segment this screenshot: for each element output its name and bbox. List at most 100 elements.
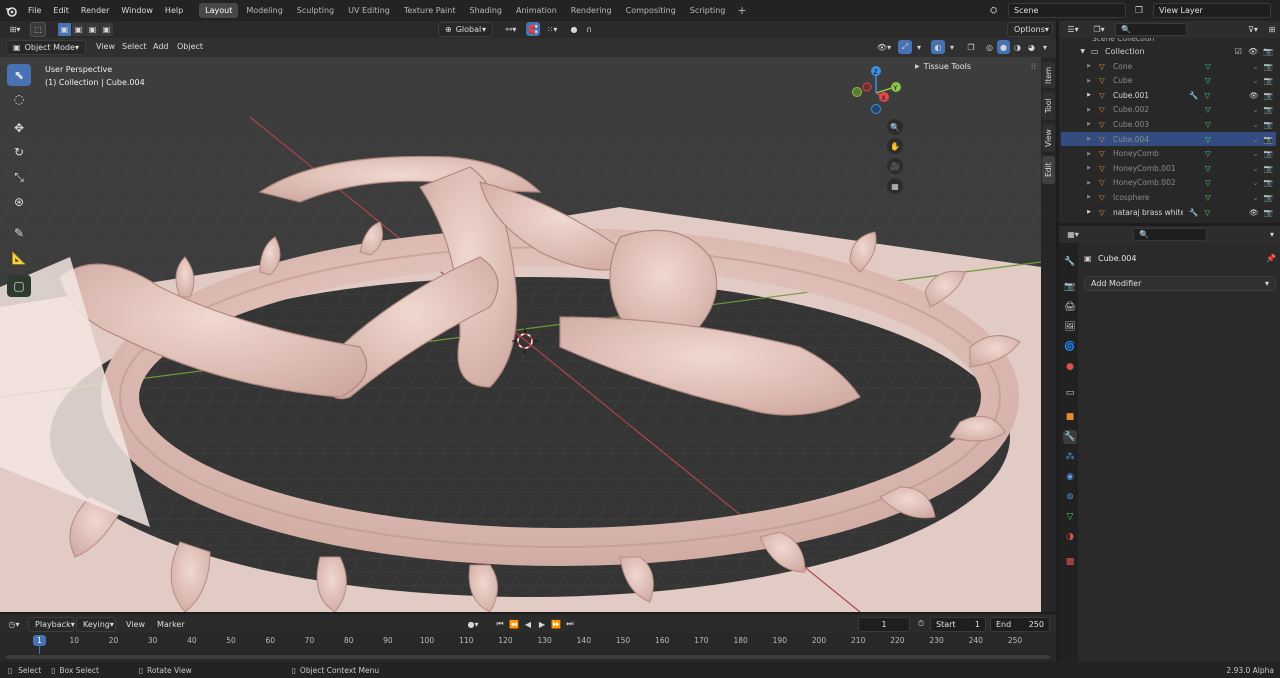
menu-file[interactable]: File bbox=[22, 6, 47, 15]
scene-selector[interactable]: ⛭ Scene bbox=[990, 3, 1127, 18]
mesh-data-icon[interactable]: ▽ bbox=[1204, 91, 1210, 100]
filter-icon[interactable]: ⊽▾ bbox=[1242, 25, 1264, 34]
mesh-data-icon[interactable]: ▽ bbox=[1204, 208, 1210, 217]
add-cube-tool-icon[interactable]: ▢ bbox=[7, 275, 31, 297]
jump-keyframe-back-icon[interactable]: ⏪ bbox=[508, 620, 520, 629]
modifier-wrench-icon[interactable]: 🔧 bbox=[1189, 208, 1198, 217]
shading-wireframe-icon[interactable]: ◎ bbox=[983, 40, 996, 54]
tab-uv-editing[interactable]: UV Editing bbox=[342, 3, 396, 18]
sidebar-tab-item[interactable]: Item bbox=[1042, 62, 1055, 88]
view-layer-properties-icon[interactable]: 🖼 bbox=[1063, 320, 1077, 334]
jump-keyframe-forward-icon[interactable]: ⏩ bbox=[550, 620, 562, 629]
outliner-row[interactable]: ▶ ▽ Cube.004 ▽ ⌄ 📷 bbox=[1061, 132, 1276, 146]
physics-properties-icon[interactable]: ◉ bbox=[1063, 470, 1077, 484]
camera-icon[interactable]: 📷 bbox=[1264, 208, 1273, 217]
drag-handle-icon[interactable]: ⁞⁞ bbox=[1031, 62, 1036, 71]
tool-properties-icon[interactable]: 🔧 bbox=[1063, 255, 1077, 269]
playhead[interactable]: 1 bbox=[33, 635, 46, 646]
preview-range-clock-icon[interactable]: ⏱ bbox=[914, 619, 928, 629]
mesh-data-icon[interactable]: ▽ bbox=[1205, 135, 1211, 144]
eye-icon[interactable]: ⌄ bbox=[1252, 105, 1258, 114]
pin-icon[interactable]: 📌 bbox=[1266, 254, 1276, 263]
falloff-icon[interactable]: ∩ bbox=[582, 22, 596, 37]
outliner-row[interactable]: ▶ ▽ Cone ▽ ⌄ 📷 bbox=[1061, 59, 1276, 73]
overlay-toggle-icon[interactable]: ◐ bbox=[931, 40, 945, 54]
move-tool-icon[interactable]: ✥ bbox=[7, 117, 31, 139]
tab-layout[interactable]: Layout bbox=[199, 3, 239, 18]
expand-arrow-icon[interactable]: ▶ bbox=[1061, 165, 1099, 171]
outliner-row[interactable]: ▶ ▽ HoneyComb.002 ▽ ⌄ 📷 bbox=[1061, 176, 1276, 190]
rotate-tool-icon[interactable]: ↻ bbox=[7, 141, 31, 163]
gizmo-toggle-icon[interactable]: ⤢ bbox=[898, 40, 912, 54]
object-properties-icon[interactable]: ■ bbox=[1063, 410, 1077, 424]
timeline-scrollbar[interactable] bbox=[6, 655, 1050, 659]
sidebar-tab-tool[interactable]: Tool bbox=[1042, 92, 1055, 120]
mesh-data-icon[interactable]: ▽ bbox=[1205, 120, 1211, 129]
3d-viewport[interactable]: User Perspective (1) Collection | Cube.0… bbox=[0, 57, 1041, 612]
playback-dropdown[interactable]: Playback ▾ bbox=[28, 616, 75, 632]
timeline-menu-marker[interactable]: Marker bbox=[151, 620, 191, 629]
mesh-data-icon[interactable]: ▽ bbox=[1205, 164, 1211, 173]
display-mode-icon[interactable]: ❐▾ bbox=[1087, 25, 1111, 34]
editor-type-icon[interactable]: ⊞▾ bbox=[0, 21, 30, 38]
outliner-row[interactable]: ▶▽nataraj brass white SQ🔧▽👁📷 bbox=[1061, 205, 1276, 219]
menu-help[interactable]: Help bbox=[159, 6, 189, 15]
current-frame-field[interactable]: 1 bbox=[858, 616, 910, 632]
mesh-data-icon[interactable]: ▽ bbox=[1205, 193, 1211, 202]
visibility-filter-icon[interactable]: 👁▾ bbox=[872, 40, 896, 55]
annotate-tool-icon[interactable]: ✎ bbox=[7, 222, 31, 244]
scale-tool-icon[interactable]: ⤡ bbox=[7, 166, 31, 188]
tab-scripting[interactable]: Scripting bbox=[684, 3, 732, 18]
xray-toggle-icon[interactable]: ❐ bbox=[964, 40, 978, 55]
collection-properties-icon[interactable]: ▭ bbox=[1063, 386, 1077, 400]
mesh-data-icon[interactable]: ▽ bbox=[1205, 76, 1211, 85]
data-properties-icon[interactable]: ▽ bbox=[1063, 510, 1077, 524]
scene-properties-icon[interactable]: 🌀 bbox=[1063, 340, 1077, 354]
end-frame-field[interactable]: End 250 bbox=[990, 616, 1050, 632]
tab-rendering[interactable]: Rendering bbox=[565, 3, 618, 18]
new-collection-icon[interactable]: ⊞ bbox=[1264, 25, 1280, 34]
transform-tool-icon[interactable]: ⊛ bbox=[7, 191, 31, 213]
camera-icon[interactable]: 📷 bbox=[1264, 120, 1273, 129]
snap-target-icon[interactable]: ⁙▾ bbox=[542, 22, 562, 37]
eye-icon[interactable]: 👁 bbox=[1249, 208, 1259, 217]
render-properties-icon[interactable]: 📷 bbox=[1063, 280, 1077, 294]
outliner-row[interactable]: ▶ ▽ HoneyComb ▽ ⌄ 📷 bbox=[1061, 147, 1276, 161]
world-properties-icon[interactable]: ● bbox=[1063, 360, 1077, 374]
view-layer-selector[interactable]: ❐ View Layer bbox=[1135, 3, 1275, 18]
expand-arrow-icon[interactable]: ▶ bbox=[1061, 121, 1099, 127]
eye-icon[interactable]: 👁 bbox=[1249, 91, 1259, 100]
outliner-row[interactable]: ▶ ▽ Cube.003 ▽ ⌄ 📷 bbox=[1061, 117, 1276, 131]
overlay-dropdown-icon[interactable]: ▾ bbox=[947, 40, 957, 55]
timeline-menu-view[interactable]: View bbox=[120, 620, 151, 629]
snap-toggle-icon[interactable]: 🧲 bbox=[526, 22, 540, 36]
select-mode-subtract-icon[interactable]: ▣ bbox=[86, 23, 99, 36]
material-properties-icon[interactable]: ◑ bbox=[1063, 530, 1077, 544]
measure-tool-icon[interactable]: 📐 bbox=[7, 247, 31, 269]
keying-dropdown[interactable]: Keying ▾ bbox=[76, 616, 116, 632]
eye-icon[interactable]: ⌄ bbox=[1252, 62, 1258, 71]
eye-icon[interactable]: ⌄ bbox=[1252, 193, 1258, 202]
eye-icon[interactable]: ⌄ bbox=[1252, 164, 1258, 173]
expand-arrow-icon[interactable]: ▼ bbox=[1061, 48, 1091, 55]
jump-end-icon[interactable]: ⏭ bbox=[564, 619, 576, 629]
expand-arrow-icon[interactable]: ▶ bbox=[1061, 151, 1099, 157]
outliner-row[interactable]: ▶ ▽ HoneyComb.001 ▽ ⌄ 📷 bbox=[1061, 161, 1276, 175]
eye-icon[interactable]: ⌄ bbox=[1252, 76, 1258, 85]
scene-field[interactable]: Scene bbox=[1008, 3, 1126, 18]
outliner-collection-row[interactable]: ▼ ▭ Collection ☑ 👁 📷 bbox=[1061, 44, 1276, 58]
options-dropdown[interactable]: Options ▾ bbox=[1007, 22, 1053, 37]
expand-arrow-icon[interactable]: ▶ bbox=[1061, 107, 1099, 113]
outliner-row[interactable]: ▶ ▽ Cube.002 ▽ ⌄ 📷 bbox=[1061, 103, 1276, 117]
properties-editor-type-icon[interactable]: ▦▾ bbox=[1059, 230, 1087, 239]
camera-icon[interactable]: 📷 bbox=[1264, 62, 1273, 71]
camera-icon[interactable]: 📷 bbox=[1264, 193, 1273, 202]
zoom-icon[interactable]: 🔍 bbox=[887, 119, 903, 135]
tissue-tools-panel[interactable]: ▶ Tissue Tools ⁞⁞ bbox=[910, 59, 1040, 73]
mesh-data-icon[interactable]: ▽ bbox=[1205, 105, 1211, 114]
particles-properties-icon[interactable]: ⁂ bbox=[1063, 450, 1077, 464]
camera-view-icon[interactable]: 🎥 bbox=[887, 158, 903, 174]
select-box-tool-icon[interactable]: ⬉ bbox=[7, 64, 31, 86]
camera-icon[interactable]: 📷 bbox=[1264, 105, 1273, 114]
proportional-edit-icon[interactable]: ● bbox=[568, 22, 580, 37]
